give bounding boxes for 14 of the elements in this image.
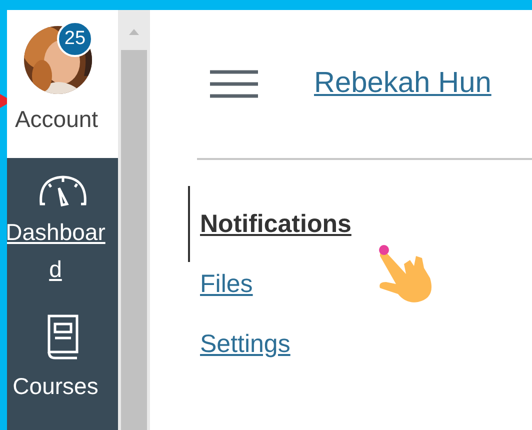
menu-icon[interactable] [208, 68, 260, 100]
nav-label: Dashboard [7, 218, 106, 284]
scroll-thumb[interactable] [121, 50, 147, 430]
scroll-up-icon[interactable] [128, 28, 140, 36]
nav-label: Courses [12, 372, 100, 401]
gauge-icon [36, 174, 88, 208]
scrollbar[interactable] [118, 10, 150, 430]
nav-link[interactable]: Files [200, 268, 253, 300]
notification-badge: 25 [57, 21, 93, 57]
nav-link[interactable]: Notifications [188, 186, 352, 262]
nav-label: Account [14, 108, 98, 131]
account-nav-item[interactable]: Account 25 [7, 10, 118, 158]
nav-link[interactable]: Settings [200, 328, 290, 360]
user-name-link[interactable]: Rebekah Hun [314, 62, 492, 106]
